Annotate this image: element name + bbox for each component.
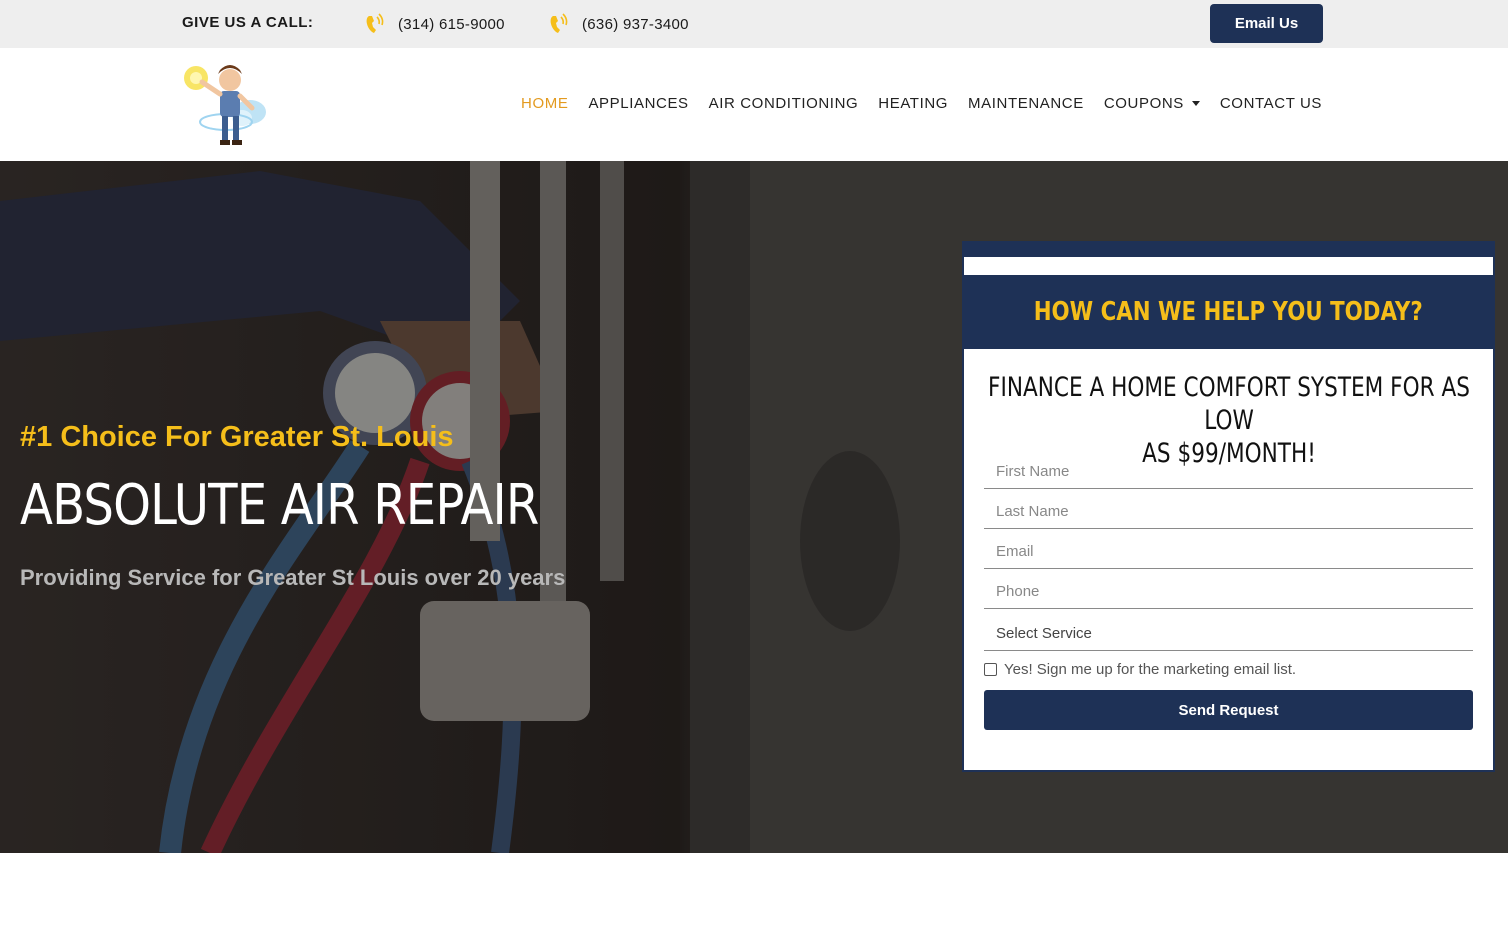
main-nav: HOME APPLIANCES AIR CONDITIONING HEATING… — [501, 95, 1322, 112]
top-bar: GIVE US A CALL: (314) 615-9000 (636) 937… — [0, 0, 1508, 48]
quote-request-form: HOW CAN WE HELP YOU TODAY? FINANCE A HOM… — [962, 241, 1495, 772]
nav-contact-us[interactable]: CONTACT US — [1220, 95, 1322, 112]
phone-ringing-icon — [366, 13, 384, 33]
phone-number-1: (314) 615-9000 — [398, 15, 505, 33]
chevron-down-icon — [1191, 101, 1200, 106]
last-name-field[interactable] — [984, 495, 1473, 529]
nav-heating[interactable]: HEATING — [878, 95, 948, 112]
marketing-optin-checkbox[interactable] — [984, 663, 997, 676]
hero-tagline: #1 Choice For Greater St. Louis — [20, 421, 454, 453]
hero-headline: ABSOLUTE AIR REPAIR — [20, 473, 539, 538]
site-header: HOME APPLIANCES AIR CONDITIONING HEATING… — [0, 48, 1508, 161]
form-top-strip — [964, 257, 1493, 275]
phone-link-2[interactable]: (636) 937-3400 — [548, 12, 689, 36]
finance-offer-line-1: FINANCE A HOME COMFORT SYSTEM FOR AS LOW — [988, 372, 1470, 436]
nav-coupons-label: COUPONS — [1103, 95, 1184, 112]
email-us-button[interactable]: Email Us — [1210, 4, 1323, 43]
phone-field[interactable] — [984, 575, 1473, 609]
nav-air-conditioning[interactable]: AIR CONDITIONING — [709, 95, 859, 112]
call-label: GIVE US A CALL: — [182, 14, 314, 31]
form-title: HOW CAN WE HELP YOU TODAY? — [1033, 297, 1424, 327]
hero-subline: Providing Service for Greater St Louis o… — [20, 565, 566, 590]
email-field[interactable] — [984, 535, 1473, 569]
nav-coupons[interactable]: COUPONS — [1104, 95, 1200, 112]
phone-number-2: (636) 937-3400 — [582, 15, 689, 33]
marketing-optin[interactable]: Yes! Sign me up for the marketing email … — [984, 661, 1296, 678]
phone-ringing-icon — [550, 13, 568, 33]
technician-mascot-logo[interactable] — [180, 56, 272, 154]
send-request-button[interactable]: Send Request — [984, 690, 1473, 730]
select-service-dropdown[interactable]: Select Service — [984, 615, 1473, 651]
nav-home[interactable]: HOME — [521, 95, 568, 112]
marketing-optin-label: Yes! Sign me up for the marketing email … — [1004, 661, 1297, 678]
first-name-field[interactable] — [984, 455, 1473, 489]
phone-link-1[interactable]: (314) 615-9000 — [364, 12, 505, 36]
nav-appliances[interactable]: APPLIANCES — [588, 95, 688, 112]
nav-maintenance[interactable]: MAINTENANCE — [968, 95, 1084, 112]
form-title-bar: HOW CAN WE HELP YOU TODAY? — [964, 275, 1493, 349]
